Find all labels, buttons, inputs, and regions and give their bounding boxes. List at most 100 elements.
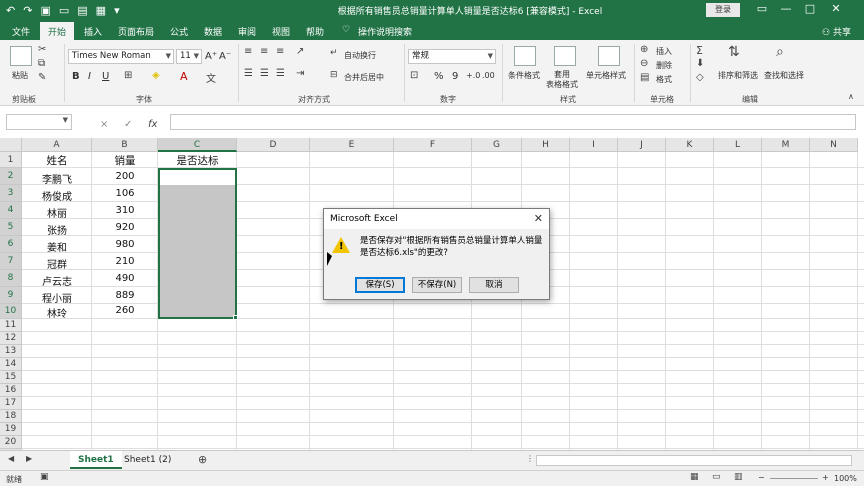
tab-home[interactable]: 开始 [40,22,75,40]
cancel-icon[interactable]: × [100,119,108,130]
delete-cells-button[interactable]: 删除 [656,60,672,71]
row-header[interactable]: 18 [0,410,22,423]
table-cell[interactable]: 林玲 [22,305,92,320]
table-cell[interactable]: 210 [92,256,158,267]
fill-handle[interactable] [233,315,238,320]
align-middle-icon[interactable]: ≡ [260,46,268,57]
clear-icon[interactable]: ◇ [696,72,704,83]
borders-icon[interactable]: ⊞ [124,70,132,81]
row-header[interactable]: 20 [0,436,22,449]
align-center-icon[interactable]: ☰ [260,68,269,79]
normal-view-icon[interactable]: ▦ [690,472,699,482]
row-header[interactable]: 15 [0,371,22,384]
tab-file[interactable]: 文件 [12,25,30,38]
row-header[interactable]: 3 [0,185,22,202]
row-header[interactable]: 2 [0,168,22,185]
table-cell[interactable]: 200 [92,171,158,182]
minimize-icon[interactable]: — [776,2,796,15]
print-preview-icon[interactable]: ▦ [96,3,106,19]
row-header[interactable]: 16 [0,384,22,397]
row-header[interactable]: 12 [0,332,22,345]
formula-input[interactable] [170,114,856,130]
restore-icon[interactable]: □ [800,2,820,15]
format-table-icon[interactable] [554,46,576,66]
zoom-out-button[interactable]: − [758,473,765,482]
name-box[interactable]: ▼ [6,114,72,130]
open-folder-icon[interactable]: ▤ [77,3,87,19]
column-header[interactable]: B [92,138,158,152]
dont-save-button[interactable]: 不保存(N) [412,277,462,293]
table-cell[interactable]: 106 [92,188,158,199]
merge-center-button[interactable]: 合并后居中 [344,72,384,83]
column-header[interactable]: F [394,138,472,152]
increase-decimal-icon[interactable]: +.0 [466,71,480,80]
table-cell[interactable]: 李鹏飞 [22,171,92,186]
tab-formulas[interactable]: 公式 [170,25,188,38]
column-header[interactable]: D [237,138,310,152]
zoom-in-button[interactable]: + [822,473,829,482]
tab-data[interactable]: 数据 [204,25,222,38]
table-cell[interactable]: 490 [92,273,158,284]
autosum-icon[interactable]: Σ [696,44,703,57]
horizontal-scrollbar[interactable] [536,455,852,466]
column-header[interactable]: A [22,138,92,152]
column-header[interactable]: L [714,138,762,152]
tab-help[interactable]: 帮助 [306,25,324,38]
paste-label[interactable]: 粘贴 [12,70,28,81]
row-header[interactable]: 9 [0,287,22,304]
percent-button[interactable]: % [434,71,444,82]
redo-icon[interactable]: ↷ [23,3,32,19]
find-select-icon[interactable]: ⌕ [776,44,784,60]
table-cell[interactable]: 卢云志 [22,273,92,288]
cancel-button[interactable]: 取消 [469,277,519,293]
customize-qat-icon[interactable]: ▾ [114,3,120,19]
undo-icon[interactable]: ↶ [6,3,15,19]
tab-page-layout[interactable]: 页面布局 [118,25,154,38]
row-header[interactable]: 6 [0,236,22,253]
italic-button[interactable]: I [88,71,91,82]
tab-view[interactable]: 视图 [272,25,290,38]
align-top-icon[interactable]: ≡ [244,46,252,57]
row-header[interactable]: 19 [0,423,22,436]
table-cell[interactable]: 林丽 [22,205,92,220]
column-header[interactable]: J [618,138,666,152]
macro-record-icon[interactable]: ▣ [40,472,49,482]
table-cell[interactable]: 姜和 [22,239,92,254]
insert-function-icon[interactable]: fx [148,119,157,130]
select-all-corner[interactable] [0,138,22,152]
row-header[interactable]: 1 [0,152,22,168]
font-color-icon[interactable]: A [180,70,188,83]
bold-button[interactable]: B [72,71,80,82]
conditional-format-icon[interactable] [514,46,536,66]
column-header[interactable]: N [810,138,858,152]
scroll-options-icon[interactable]: ⋮ [526,454,534,463]
zoom-slider[interactable] [770,478,818,479]
cell-styles-button[interactable]: 单元格样式 [586,70,626,81]
orientation-icon[interactable]: ↗ [296,46,304,57]
paste-icon[interactable] [10,46,32,66]
table-cell[interactable]: 310 [92,205,158,216]
page-break-view-icon[interactable]: ▥ [734,472,743,482]
cell-header-name[interactable]: 姓名 [22,153,92,168]
row-header[interactable]: 5 [0,219,22,236]
insert-cells-button[interactable]: 插入 [656,46,672,57]
fill-color-icon[interactable]: ◈ [152,70,160,81]
grow-font-icon[interactable]: A⁺ [205,51,217,62]
tab-insert[interactable]: 插入 [84,25,102,38]
prev-sheet-icon[interactable]: ◀ [8,454,14,463]
font-name-combo[interactable]: Times New Roman ▼ [68,49,174,64]
format-table-button[interactable]: 套用 表格格式 [546,70,578,90]
ribbon-options-icon[interactable]: ▭ [752,2,772,15]
sheet-tab-sheet1[interactable]: Sheet1 [70,451,122,469]
column-header[interactable]: K [666,138,714,152]
row-header[interactable]: 7 [0,253,22,270]
page-layout-view-icon[interactable]: ▭ [712,472,721,482]
close-window-icon[interactable]: ✕ [826,2,846,15]
sort-filter-button[interactable]: 排序和筛选 [718,70,758,81]
close-icon[interactable]: ✕ [534,212,543,225]
column-header[interactable]: H [522,138,570,152]
share-button[interactable]: ⚇ 共享 [822,25,851,38]
row-header[interactable]: 10 [0,304,22,319]
phonetic-icon[interactable]: 文 [206,70,216,85]
table-cell[interactable]: 程小丽 [22,290,92,305]
